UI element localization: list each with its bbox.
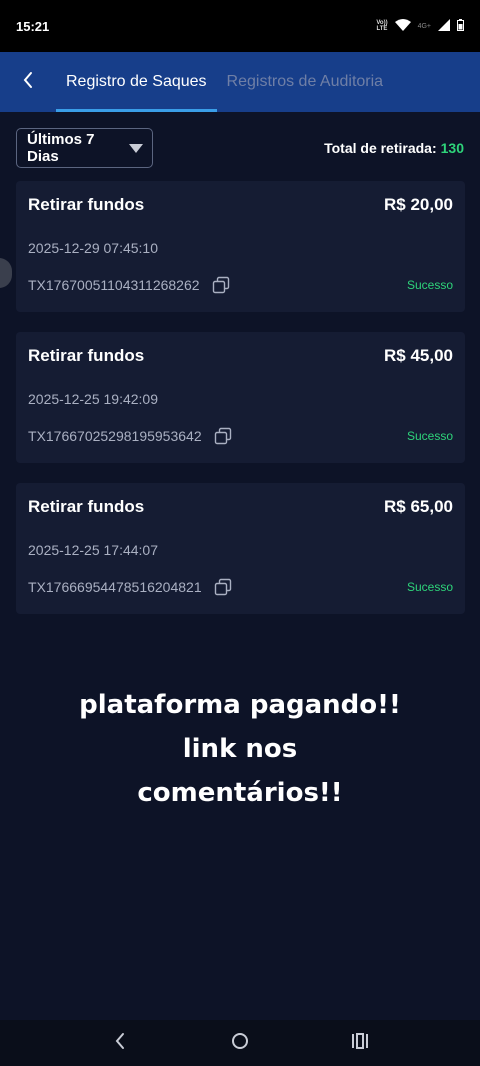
- card-amount: R$ 45,00: [384, 346, 453, 365]
- wifi-icon: [394, 18, 411, 34]
- nav-home-button[interactable]: [220, 1023, 260, 1063]
- card-transaction: TX1767005110431126826­2: [28, 276, 230, 294]
- copy-icon[interactable]: [214, 578, 232, 596]
- withdrawal-card: Retirar fundos R$ 20,00 2025-12-29 07:45…: [16, 181, 465, 312]
- overlay-line: plataforma pagando!!: [79, 690, 401, 720]
- nav-recents-button[interactable]: [340, 1023, 380, 1063]
- volte-indicator: Vo)) LTE: [376, 20, 387, 32]
- caret-down-icon: [129, 140, 143, 157]
- tab-label: Registros de Auditoria: [226, 73, 384, 90]
- period-dropdown[interactable]: Últimos 7 Dias: [16, 128, 153, 168]
- status-badge: Sucesso: [406, 580, 453, 594]
- withdrawal-card: Retirar fundos R$ 65,00 2025-12-25 17:44…: [16, 483, 465, 614]
- overlay-line: link nos: [182, 734, 298, 764]
- overlay-line: comentários!!: [137, 778, 343, 808]
- battery-icon: [457, 18, 464, 34]
- filter-row: Últimos 7 Dias Total de retirada: 130: [16, 128, 464, 168]
- withdrawal-card: Retirar fundos R$ 45,00 2025-12-25 19:42…: [16, 332, 465, 463]
- status-time: 15:21: [16, 18, 50, 34]
- nav-back-icon: [114, 1032, 126, 1055]
- transaction-id: TX17666954478516204821: [28, 579, 202, 595]
- card-datetime: 2025-12-29 07:45:10: [28, 240, 158, 256]
- total-withdrawal: Total de retirada: 130: [324, 140, 464, 156]
- app-bar: Registro de Saques Registros de Auditori…: [0, 52, 480, 112]
- lte-label: LTE: [376, 26, 388, 32]
- total-value: 130: [440, 140, 464, 156]
- nav-recents-icon: [351, 1032, 369, 1054]
- card-title: Retirar fundos: [28, 195, 145, 214]
- transaction-id: TX17667025298195953642: [28, 428, 202, 444]
- tab-label: Registro de Saques: [66, 73, 207, 90]
- chevron-left-icon: [22, 71, 34, 94]
- card-datetime: 2025-12-25 19:42:09: [28, 391, 158, 407]
- card-title: Retirar fundos: [28, 346, 145, 365]
- status-bar: 15:21 Vo)) LTE 4G+: [0, 0, 480, 52]
- floating-side-handle[interactable]: [0, 258, 12, 288]
- active-tab-indicator: [56, 109, 217, 112]
- copy-icon[interactable]: [214, 427, 232, 445]
- network-type-label: 4G+: [417, 22, 431, 30]
- back-button[interactable]: [0, 52, 56, 112]
- card-transaction: TX17666954478516204821: [28, 578, 232, 596]
- status-badge: Sucesso: [406, 278, 453, 292]
- tab-registros-de-auditoria[interactable]: Registros de Auditoria: [217, 52, 394, 112]
- card-datetime: 2025-12-25 17:44:07: [28, 542, 158, 558]
- card-amount: R$ 20,00: [384, 195, 453, 214]
- transaction-id: TX1767005110431126826­2: [28, 277, 200, 293]
- overlay-caption: plataforma pagando!! link nos comentário…: [0, 683, 480, 815]
- copy-icon[interactable]: [212, 276, 230, 294]
- period-dropdown-value: Últimos 7 Dias: [27, 131, 95, 165]
- total-label: Total de retirada:: [324, 140, 437, 156]
- nav-home-icon: [231, 1032, 249, 1055]
- card-transaction: TX17667025298195953642: [28, 427, 232, 445]
- card-amount: R$ 65,00: [384, 497, 453, 516]
- system-nav-bar: [0, 1020, 480, 1066]
- card-title: Retirar fundos: [28, 497, 145, 516]
- status-icons: Vo)) LTE 4G+: [376, 18, 464, 34]
- signal-icon: [438, 18, 450, 34]
- nav-back-button[interactable]: [100, 1023, 140, 1063]
- status-badge: Sucesso: [406, 429, 453, 443]
- tab-registro-de-saques[interactable]: Registro de Saques: [56, 52, 217, 112]
